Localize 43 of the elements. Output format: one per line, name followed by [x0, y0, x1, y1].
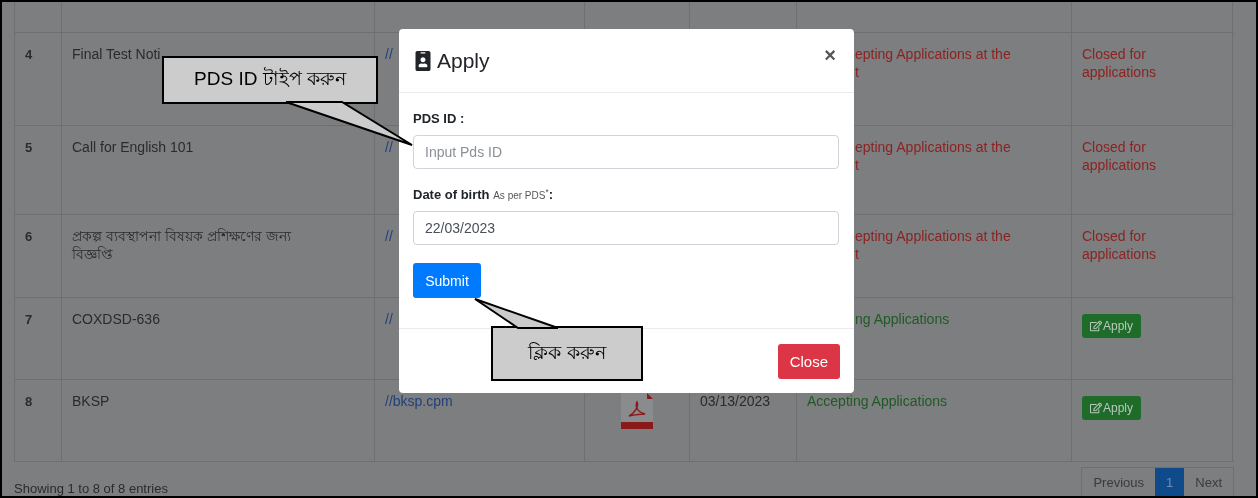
row-number: 6	[25, 229, 33, 245]
closed-status-text: Closed for applications	[1082, 227, 1157, 264]
row-number: 8	[25, 394, 33, 410]
notice-link[interactable]: //	[385, 45, 393, 62]
notice-link[interactable]: //	[385, 311, 393, 328]
closed-status-text: Closed for applications	[1082, 44, 1157, 81]
submit-button[interactable]: Submit	[413, 263, 481, 299]
status-text: t	[855, 155, 860, 174]
status-text: epting Applications at the	[855, 227, 1012, 246]
notice-link[interactable]: //	[385, 138, 393, 155]
status-text: epting Applications at the	[855, 44, 1012, 63]
notice-title: Call for English 101	[72, 137, 195, 156]
row-number: 7	[25, 312, 33, 328]
notice-title: BKSP	[72, 392, 111, 411]
birth-date-field[interactable]: 22/03/2023	[413, 211, 839, 246]
status-text: epting Applications at the	[855, 137, 1012, 156]
closed-status-text: Closed for applications	[1082, 137, 1157, 174]
dialog-title-text: Apply	[437, 48, 490, 73]
edit-icon	[1090, 320, 1102, 333]
status-text: t	[855, 245, 860, 264]
status-text: t	[855, 62, 860, 81]
field-label: PDS ID :	[413, 111, 466, 126]
apply-button[interactable]: Apply	[1082, 396, 1142, 421]
pds-id-field[interactable]: Input Pds ID	[413, 135, 839, 169]
entries-info: Showing 1 to 8 of 8 entries	[14, 481, 168, 496]
callout-box: PDS ID টাইপ করুন	[162, 56, 378, 104]
id-badge-icon	[413, 50, 433, 71]
field-label: Date of birth As per PDS$^{*}$:	[413, 187, 555, 203]
page-button[interactable]: 1	[1155, 468, 1185, 496]
notice-link[interactable]: //bksp.cpm	[385, 393, 453, 410]
close-icon-button[interactable]: ×	[820, 44, 840, 67]
notice-title: Final Test Noti	[72, 44, 162, 63]
apply-button[interactable]: Apply	[1082, 314, 1142, 339]
row-number: 4	[25, 46, 33, 62]
status-text: Accepting Applications	[807, 392, 949, 411]
status-text: ng Applications	[855, 310, 951, 329]
notice-link[interactable]: //	[385, 228, 393, 245]
notice-title: প্রকল্প ব্যবস্থাপনা বিষয়ক প্রশিক্ষণের জন্য বিজ্ঞপ্তি	[72, 227, 293, 264]
close-button[interactable]: Close	[777, 343, 840, 379]
edit-icon	[1090, 402, 1102, 415]
notice-title: COXDSD-636	[72, 310, 161, 329]
row-number: 5	[25, 139, 33, 155]
notice-date: 03/13/2023	[700, 392, 772, 411]
